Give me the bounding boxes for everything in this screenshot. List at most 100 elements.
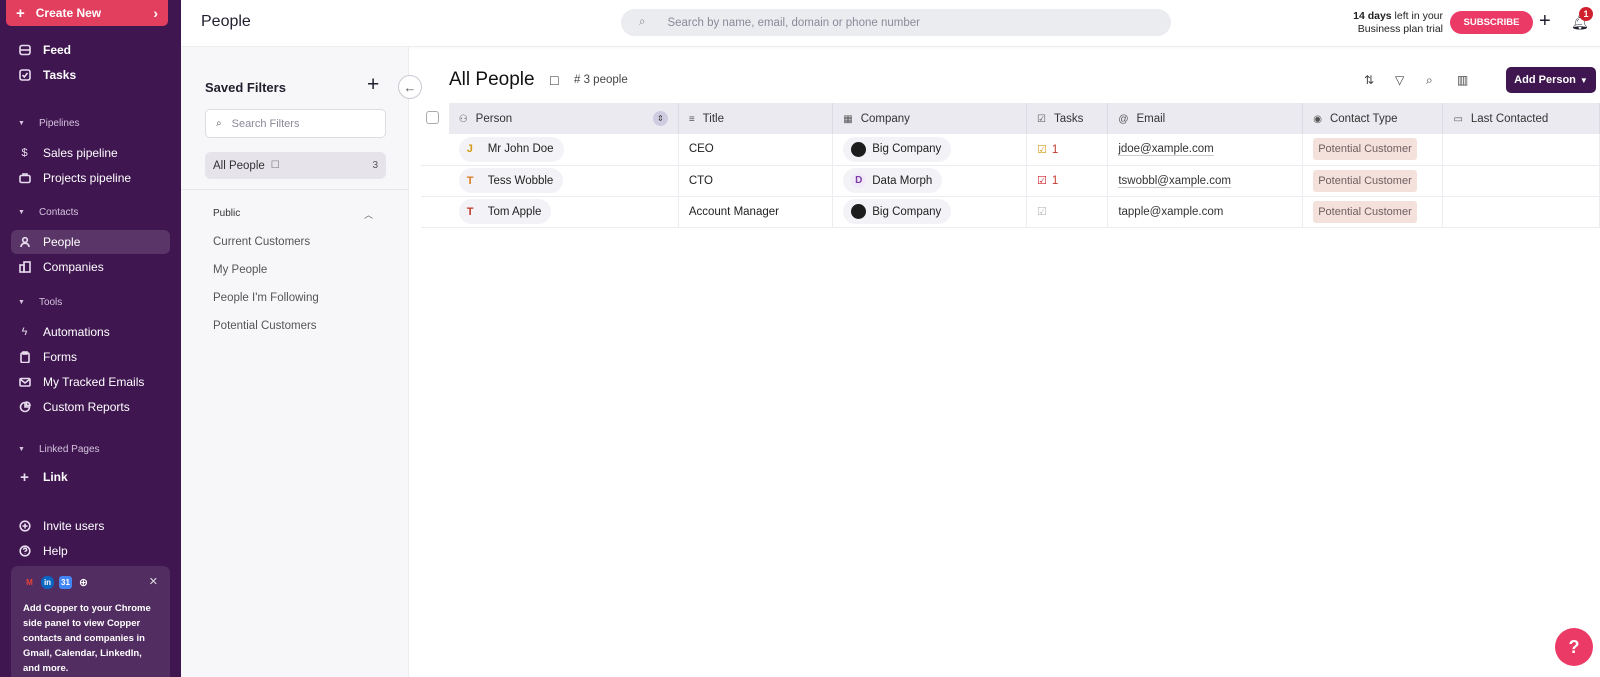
sidebar-item-people[interactable]: People (11, 230, 170, 254)
bookmark-icon[interactable]: ☐ (271, 160, 280, 171)
contact-type-cell[interactable]: Potential Customer (1302, 196, 1444, 228)
search-icon[interactable]: ⌕ (1426, 73, 1433, 88)
table-row[interactable]: J Mr John Doe CEO Big Company ☑ 1 jdoe@xam… (421, 134, 1600, 166)
sidebar-item-forms[interactable]: Forms (11, 345, 170, 369)
section-head-contacts[interactable]: ▼ Contacts (18, 207, 78, 218)
person-cell[interactable]: T Tom Apple (448, 196, 679, 228)
person-chip[interactable]: T Tom Apple (458, 199, 552, 224)
company-chip[interactable]: Big Company (843, 136, 952, 162)
section-head-linked-pages[interactable]: ▼ Linked Pages (18, 444, 100, 455)
column-header-contact-type[interactable]: ◉ Contact Type (1302, 103, 1444, 134)
person-cell[interactable]: T Tess Wobble (448, 165, 679, 197)
column-header-tasks[interactable]: ☑ Tasks (1026, 103, 1109, 134)
filter-search-placeholder: Search Filters (231, 117, 300, 130)
text-lines-icon: ≡ (688, 113, 695, 125)
filter-item[interactable]: People I'm Following (213, 292, 319, 304)
sidebar-item-link[interactable]: + Link (11, 465, 170, 489)
add-person-button[interactable]: Add Person ▼ (1506, 67, 1596, 93)
caret-down-icon: ▼ (18, 209, 25, 216)
title-cell[interactable]: Account Manager (678, 196, 834, 228)
filter-item[interactable]: My People (213, 264, 267, 276)
sidebar-item-tasks[interactable]: Tasks (11, 63, 170, 87)
sidebar-item-label: Projects pipeline (43, 171, 132, 185)
calendar-icon: 31 (59, 576, 72, 589)
section-head-pipelines[interactable]: ▼ Pipelines (18, 118, 80, 129)
section-label: Contacts (38, 207, 79, 218)
email-link[interactable]: jdoe@xample.com (1118, 143, 1214, 157)
sidebar-item-invite-users[interactable]: Invite users (11, 514, 170, 538)
public-label: Public (213, 208, 241, 219)
column-header-email[interactable]: @ Email (1107, 103, 1304, 134)
record-count-text: 3 people (583, 74, 628, 86)
section-head-tools[interactable]: ▼ Tools (18, 297, 62, 308)
person-cell[interactable]: J Mr John Doe (448, 134, 679, 166)
checkbox-icon: ☑ (1037, 113, 1046, 125)
table-row[interactable]: T Tess Wobble CTO D Data Morph ☑ 1 tswobbl@… (421, 165, 1600, 197)
person-chip[interactable]: T Tess Wobble (458, 168, 564, 193)
subscribe-button[interactable]: SUBSCRIBE (1450, 11, 1533, 34)
filter-all-people[interactable]: All People ☐ 3 (205, 152, 386, 179)
sidebar-item-help[interactable]: Help (11, 539, 170, 563)
global-search-input[interactable]: ⌕ Search by name, email, domain or phone… (621, 9, 1171, 36)
email-cell[interactable]: tapple@xample.com (1107, 196, 1304, 228)
column-header-last-contacted[interactable]: ▭ Last Contacted (1442, 103, 1600, 134)
sort-toggle-icon[interactable]: ⇕ (652, 111, 668, 126)
last-contacted-cell[interactable] (1442, 134, 1600, 166)
sidebar-item-sales-pipeline[interactable]: $ Sales pipeline (11, 141, 170, 165)
column-header-company[interactable]: ▦ Company (832, 103, 1028, 134)
sidebar-item-feed[interactable]: Feed (11, 38, 170, 62)
column-header-person[interactable]: ⚇ Person ⇕ (448, 103, 679, 134)
column-header-title[interactable]: ≡ Title (678, 103, 834, 134)
company-chip[interactable]: Big Company (843, 199, 952, 224)
email-link[interactable]: tapple@xample.com (1118, 206, 1223, 218)
sidebar-item-label: Help (43, 544, 68, 558)
company-logo (851, 204, 867, 219)
filter-item[interactable]: Current Customers (213, 236, 310, 248)
sort-icon[interactable]: ⇅ (1364, 73, 1374, 87)
email-link[interactable]: tswobbl@xample.com (1118, 174, 1231, 188)
table-row[interactable]: T Tom Apple Account Manager Big Company ☑… (421, 196, 1600, 228)
contact-type-badge: Potential Customer (1313, 169, 1417, 192)
company-cell[interactable]: Big Company (832, 196, 1028, 228)
add-filter-plus-icon[interactable]: + (367, 73, 379, 97)
briefcase-icon (18, 172, 31, 185)
quick-add-plus-icon[interactable]: + (1539, 10, 1551, 33)
sidebar-item-custom-reports[interactable]: Custom Reports (11, 395, 170, 419)
person-name: Tess Wobble (487, 174, 554, 187)
tasks-cell[interactable]: ☑ 1 (1026, 165, 1109, 197)
filter-search-input[interactable]: ⌕ Search Filters (205, 109, 386, 138)
tasks-cell[interactable]: ☑ 1 (1026, 134, 1109, 166)
last-contacted-cell[interactable] (1442, 165, 1600, 197)
add-task-icon[interactable]: ☑ (1037, 206, 1047, 218)
add-person-label: Add Person (1514, 74, 1576, 86)
company-cell[interactable]: Big Company (832, 134, 1028, 166)
main-content: All People ☐ # 3 people ⇅ ▽ ⌕ ▥ Add Pers… (409, 47, 1600, 677)
sidebar-item-projects-pipeline[interactable]: Projects pipeline (11, 166, 170, 190)
collapse-panel-arrow-left-icon[interactable]: ← (398, 75, 422, 99)
filter-funnel-icon[interactable]: ▽ (1395, 73, 1404, 87)
sidebar-item-automations[interactable]: ϟ Automations (11, 320, 170, 344)
columns-icon[interactable]: ▥ (1457, 73, 1468, 87)
filter-item[interactable]: Potential Customers (213, 320, 317, 332)
public-section-head[interactable]: Public ︿ (213, 208, 373, 221)
contact-type-cell[interactable]: Potential Customer (1302, 165, 1444, 197)
close-icon[interactable]: ✕ (149, 575, 158, 588)
sidebar-item-companies[interactable]: Companies (11, 255, 170, 279)
company-chip[interactable]: D Data Morph (843, 168, 943, 193)
select-all-checkbox[interactable] (426, 110, 439, 124)
company-cell[interactable]: D Data Morph (832, 165, 1028, 197)
contact-type-cell[interactable]: Potential Customer (1302, 134, 1444, 166)
email-cell[interactable]: tswobbl@xample.com (1107, 165, 1304, 197)
title-cell[interactable]: CEO (678, 134, 834, 166)
task-check-icon: ☑ (1037, 175, 1047, 187)
notification-badge: 1 (1579, 7, 1593, 21)
tasks-cell[interactable]: ☑ (1026, 196, 1109, 228)
person-chip[interactable]: J Mr John Doe (458, 136, 564, 162)
create-new-button[interactable]: + Create New › (6, 0, 168, 26)
bookmark-icon[interactable]: ☐ (549, 74, 560, 88)
help-chat-button[interactable]: ? (1555, 628, 1593, 666)
last-contacted-cell[interactable] (1442, 196, 1600, 228)
sidebar-item-tracked-emails[interactable]: My Tracked Emails (11, 370, 170, 394)
title-cell[interactable]: CTO (678, 165, 834, 197)
email-cell[interactable]: jdoe@xample.com (1107, 134, 1304, 166)
